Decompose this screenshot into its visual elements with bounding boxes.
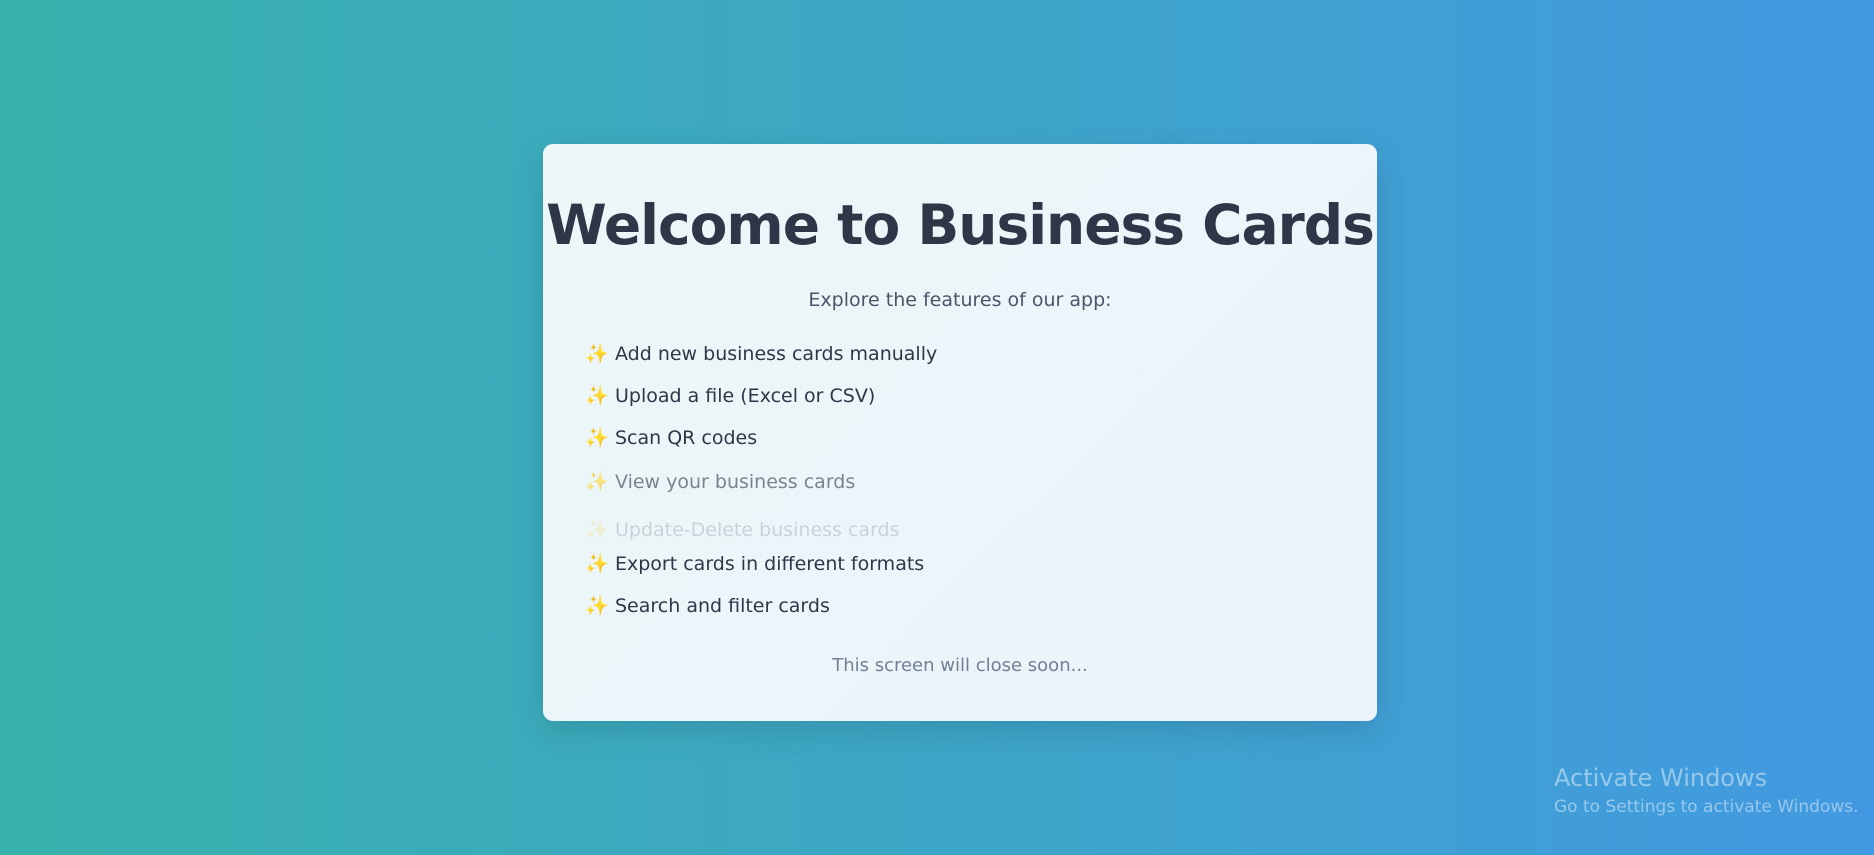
feature-item-scan: ✨ Scan QR codes xyxy=(585,426,758,450)
activate-windows-watermark: Activate Windows Go to Settings to activ… xyxy=(1554,763,1859,817)
feature-item-update-delete: ✨ Update-Delete business cards xyxy=(585,518,900,542)
feature-item-search: ✨ Search and filter cards xyxy=(585,594,830,618)
closing-notice: This screen will close soon... xyxy=(832,655,1088,676)
sparkles-icon: ✨ xyxy=(585,343,609,365)
feature-label: Add new business cards manually xyxy=(615,342,938,365)
feature-label: Search and filter cards xyxy=(615,594,830,617)
feature-item-add: ✨ Add new business cards manually xyxy=(585,342,938,366)
feature-label: Scan QR codes xyxy=(615,426,758,449)
feature-label: View your business cards xyxy=(615,470,856,493)
sparkles-icon: ✨ xyxy=(585,471,609,493)
feature-item-view: ✨ View your business cards xyxy=(585,470,856,494)
feature-item-upload: ✨ Upload a file (Excel or CSV) xyxy=(585,384,876,408)
watermark-title: Activate Windows xyxy=(1554,764,1768,792)
feature-label: Export cards in different formats xyxy=(615,552,925,575)
feature-list: ✨ Add new business cards manually ✨ Uplo… xyxy=(585,144,1345,721)
feature-label: Update-Delete business cards xyxy=(615,518,900,541)
sparkles-icon: ✨ xyxy=(585,519,609,541)
sparkles-icon: ✨ xyxy=(585,427,609,449)
sparkles-icon: ✨ xyxy=(585,385,609,407)
watermark-subtitle: Go to Settings to activate Windows. xyxy=(1554,797,1859,817)
feature-item-export: ✨ Export cards in different formats xyxy=(585,552,925,576)
welcome-card: Welcome to Business Cards Explore the fe… xyxy=(543,144,1377,721)
sparkles-icon: ✨ xyxy=(585,595,609,617)
sparkles-icon: ✨ xyxy=(585,553,609,575)
feature-label: Upload a file (Excel or CSV) xyxy=(615,384,876,407)
